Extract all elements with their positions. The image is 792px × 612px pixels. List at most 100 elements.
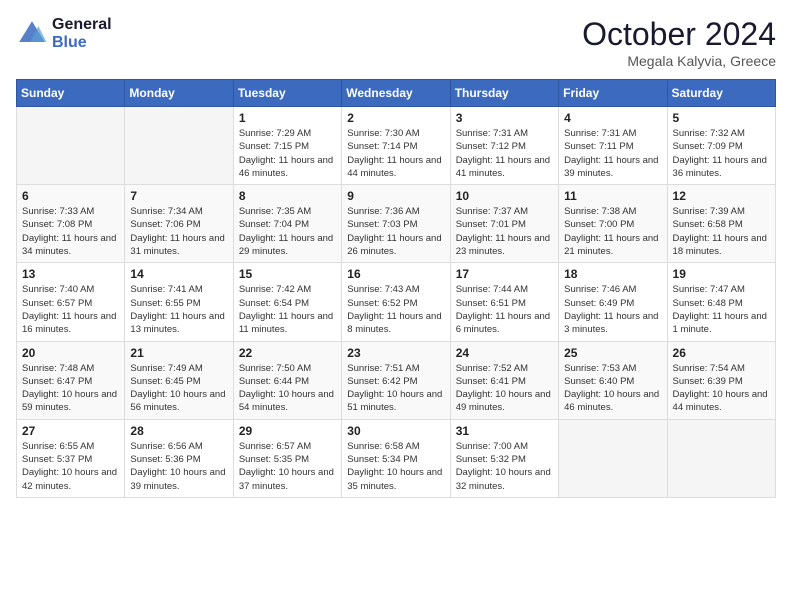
day-info: Sunrise: 7:49 AM Sunset: 6:45 PM Dayligh…: [130, 362, 227, 415]
calendar-cell: 18 Sunrise: 7:46 AM Sunset: 6:49 PM Dayl…: [559, 263, 667, 341]
day-number: 26: [673, 346, 770, 360]
daylight-text: Daylight: 10 hours and 49 minutes.: [456, 388, 553, 415]
calendar-cell: 25 Sunrise: 7:53 AM Sunset: 6:40 PM Dayl…: [559, 341, 667, 419]
calendar-cell: 19 Sunrise: 7:47 AM Sunset: 6:48 PM Dayl…: [667, 263, 775, 341]
daylight-text: Daylight: 11 hours and 31 minutes.: [130, 232, 227, 259]
sunset-text: Sunset: 6:48 PM: [673, 297, 770, 310]
sunrise-text: Sunrise: 7:38 AM: [564, 205, 661, 218]
sunset-text: Sunset: 7:06 PM: [130, 218, 227, 231]
sunset-text: Sunset: 5:36 PM: [130, 453, 227, 466]
calendar-cell: 10 Sunrise: 7:37 AM Sunset: 7:01 PM Dayl…: [450, 185, 558, 263]
calendar-cell: 15 Sunrise: 7:42 AM Sunset: 6:54 PM Dayl…: [233, 263, 341, 341]
sunrise-text: Sunrise: 7:41 AM: [130, 283, 227, 296]
sunrise-text: Sunrise: 7:43 AM: [347, 283, 444, 296]
sunrise-text: Sunrise: 7:48 AM: [22, 362, 119, 375]
daylight-text: Daylight: 10 hours and 42 minutes.: [22, 466, 119, 493]
daylight-text: Daylight: 11 hours and 26 minutes.: [347, 232, 444, 259]
sunset-text: Sunset: 7:14 PM: [347, 140, 444, 153]
location-label: Megala Kalyvia, Greece: [582, 53, 776, 69]
calendar-week-3: 13 Sunrise: 7:40 AM Sunset: 6:57 PM Dayl…: [17, 263, 776, 341]
daylight-text: Daylight: 11 hours and 41 minutes.: [456, 154, 553, 181]
day-number: 15: [239, 267, 336, 281]
calendar-cell: 5 Sunrise: 7:32 AM Sunset: 7:09 PM Dayli…: [667, 107, 775, 185]
day-info: Sunrise: 7:54 AM Sunset: 6:39 PM Dayligh…: [673, 362, 770, 415]
sunset-text: Sunset: 7:00 PM: [564, 218, 661, 231]
calendar-cell: 3 Sunrise: 7:31 AM Sunset: 7:12 PM Dayli…: [450, 107, 558, 185]
sunset-text: Sunset: 6:47 PM: [22, 375, 119, 388]
sunrise-text: Sunrise: 7:51 AM: [347, 362, 444, 375]
day-info: Sunrise: 7:44 AM Sunset: 6:51 PM Dayligh…: [456, 283, 553, 336]
daylight-text: Daylight: 11 hours and 36 minutes.: [673, 154, 770, 181]
sunrise-text: Sunrise: 7:49 AM: [130, 362, 227, 375]
daylight-text: Daylight: 10 hours and 51 minutes.: [347, 388, 444, 415]
daylight-text: Daylight: 11 hours and 6 minutes.: [456, 310, 553, 337]
calendar-cell: [559, 419, 667, 497]
calendar-cell: 11 Sunrise: 7:38 AM Sunset: 7:00 PM Dayl…: [559, 185, 667, 263]
day-number: 17: [456, 267, 553, 281]
daylight-text: Daylight: 10 hours and 54 minutes.: [239, 388, 336, 415]
day-info: Sunrise: 7:36 AM Sunset: 7:03 PM Dayligh…: [347, 205, 444, 258]
calendar-cell: 2 Sunrise: 7:30 AM Sunset: 7:14 PM Dayli…: [342, 107, 450, 185]
day-info: Sunrise: 7:35 AM Sunset: 7:04 PM Dayligh…: [239, 205, 336, 258]
sunrise-text: Sunrise: 7:53 AM: [564, 362, 661, 375]
calendar-cell: 20 Sunrise: 7:48 AM Sunset: 6:47 PM Dayl…: [17, 341, 125, 419]
sunrise-text: Sunrise: 7:34 AM: [130, 205, 227, 218]
sunrise-text: Sunrise: 7:36 AM: [347, 205, 444, 218]
daylight-text: Daylight: 11 hours and 46 minutes.: [239, 154, 336, 181]
sunset-text: Sunset: 7:15 PM: [239, 140, 336, 153]
day-number: 4: [564, 111, 661, 125]
daylight-text: Daylight: 11 hours and 18 minutes.: [673, 232, 770, 259]
calendar-cell: 6 Sunrise: 7:33 AM Sunset: 7:08 PM Dayli…: [17, 185, 125, 263]
sunrise-text: Sunrise: 7:39 AM: [673, 205, 770, 218]
daylight-text: Daylight: 11 hours and 34 minutes.: [22, 232, 119, 259]
day-info: Sunrise: 7:32 AM Sunset: 7:09 PM Dayligh…: [673, 127, 770, 180]
day-number: 11: [564, 189, 661, 203]
day-info: Sunrise: 7:46 AM Sunset: 6:49 PM Dayligh…: [564, 283, 661, 336]
day-number: 13: [22, 267, 119, 281]
sunrise-text: Sunrise: 7:31 AM: [564, 127, 661, 140]
daylight-text: Daylight: 11 hours and 16 minutes.: [22, 310, 119, 337]
sunrise-text: Sunrise: 7:47 AM: [673, 283, 770, 296]
weekday-header-wednesday: Wednesday: [342, 80, 450, 107]
daylight-text: Daylight: 10 hours and 46 minutes.: [564, 388, 661, 415]
day-number: 20: [22, 346, 119, 360]
day-number: 22: [239, 346, 336, 360]
sunrise-text: Sunrise: 7:54 AM: [673, 362, 770, 375]
day-info: Sunrise: 7:30 AM Sunset: 7:14 PM Dayligh…: [347, 127, 444, 180]
weekday-header-row: SundayMondayTuesdayWednesdayThursdayFrid…: [17, 80, 776, 107]
calendar-cell: 27 Sunrise: 6:55 AM Sunset: 5:37 PM Dayl…: [17, 419, 125, 497]
day-number: 6: [22, 189, 119, 203]
day-number: 16: [347, 267, 444, 281]
day-number: 14: [130, 267, 227, 281]
day-info: Sunrise: 7:47 AM Sunset: 6:48 PM Dayligh…: [673, 283, 770, 336]
day-info: Sunrise: 7:43 AM Sunset: 6:52 PM Dayligh…: [347, 283, 444, 336]
sunrise-text: Sunrise: 7:30 AM: [347, 127, 444, 140]
daylight-text: Daylight: 11 hours and 11 minutes.: [239, 310, 336, 337]
calendar-week-1: 1 Sunrise: 7:29 AM Sunset: 7:15 PM Dayli…: [17, 107, 776, 185]
daylight-text: Daylight: 10 hours and 59 minutes.: [22, 388, 119, 415]
calendar-week-2: 6 Sunrise: 7:33 AM Sunset: 7:08 PM Dayli…: [17, 185, 776, 263]
day-number: 23: [347, 346, 444, 360]
weekday-header-monday: Monday: [125, 80, 233, 107]
sunrise-text: Sunrise: 6:55 AM: [22, 440, 119, 453]
day-info: Sunrise: 7:48 AM Sunset: 6:47 PM Dayligh…: [22, 362, 119, 415]
sunrise-text: Sunrise: 7:42 AM: [239, 283, 336, 296]
sunset-text: Sunset: 7:11 PM: [564, 140, 661, 153]
calendar-cell: 22 Sunrise: 7:50 AM Sunset: 6:44 PM Dayl…: [233, 341, 341, 419]
day-info: Sunrise: 7:52 AM Sunset: 6:41 PM Dayligh…: [456, 362, 553, 415]
sunset-text: Sunset: 6:40 PM: [564, 375, 661, 388]
sunset-text: Sunset: 7:03 PM: [347, 218, 444, 231]
calendar-cell: 13 Sunrise: 7:40 AM Sunset: 6:57 PM Dayl…: [17, 263, 125, 341]
day-number: 27: [22, 424, 119, 438]
daylight-text: Daylight: 11 hours and 39 minutes.: [564, 154, 661, 181]
day-info: Sunrise: 7:37 AM Sunset: 7:01 PM Dayligh…: [456, 205, 553, 258]
weekday-header-sunday: Sunday: [17, 80, 125, 107]
day-info: Sunrise: 7:41 AM Sunset: 6:55 PM Dayligh…: [130, 283, 227, 336]
calendar-cell: [125, 107, 233, 185]
day-info: Sunrise: 7:39 AM Sunset: 6:58 PM Dayligh…: [673, 205, 770, 258]
day-number: 18: [564, 267, 661, 281]
calendar-cell: 8 Sunrise: 7:35 AM Sunset: 7:04 PM Dayli…: [233, 185, 341, 263]
day-number: 9: [347, 189, 444, 203]
day-info: Sunrise: 7:51 AM Sunset: 6:42 PM Dayligh…: [347, 362, 444, 415]
day-info: Sunrise: 7:00 AM Sunset: 5:32 PM Dayligh…: [456, 440, 553, 493]
